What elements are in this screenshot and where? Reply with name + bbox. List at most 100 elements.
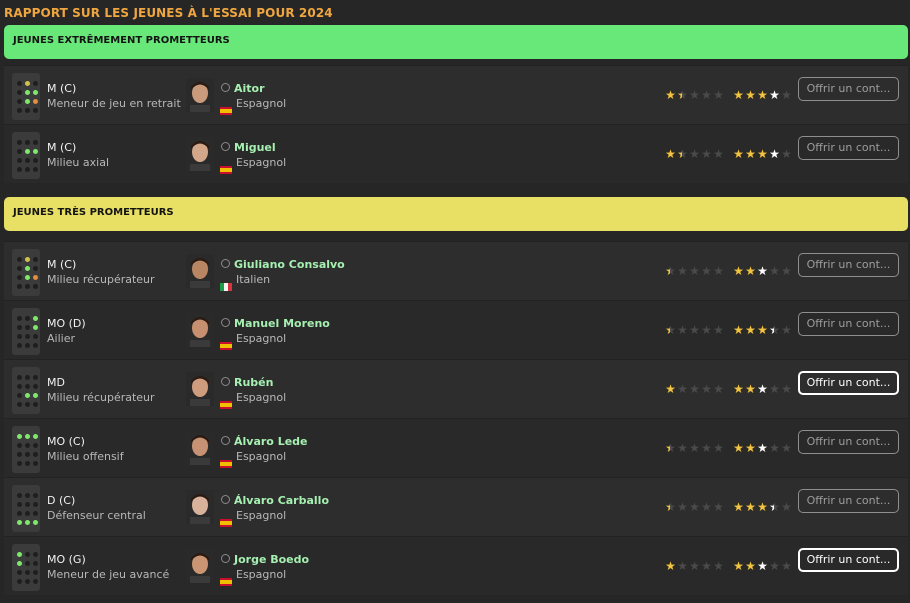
offer-contract-button[interactable]: Offrir un cont... (798, 430, 899, 454)
player-row[interactable]: D (C) Défenseur central Álvaro Carballo Esp… (4, 477, 908, 536)
star-icon: ★ (769, 382, 780, 396)
potential-ability-stars: ★ ★ ★ ★ ★ (732, 89, 792, 101)
potential-ability-stars: ★ ★ ★ ★ ★ (732, 442, 792, 454)
player-nationality: Espagnol (236, 156, 287, 169)
star-icon: ★ (733, 382, 744, 396)
star-icon: ★ (689, 441, 700, 455)
player-avatar[interactable] (186, 549, 214, 583)
player-row[interactable]: M (C) Milieu axial Miguel Espagnol ★ ★ ★ ★ ★ ★ ★ ★ ★… (4, 124, 908, 183)
star-icon: ★ (733, 264, 744, 278)
player-list: M (C) Meneur de jeu en retrait Aitor Espagn… (4, 65, 908, 183)
player-avatar[interactable] (186, 78, 214, 112)
offer-contract-button[interactable]: Offrir un cont... (798, 371, 899, 395)
player-avatar[interactable] (186, 254, 214, 288)
current-ability-stars: ★ ★ ★ ★ ★ (664, 148, 724, 160)
star-icon: ★ (745, 323, 756, 337)
star-icon: ★ (713, 382, 724, 396)
player-nationality: Espagnol (236, 568, 287, 581)
person-icon (221, 83, 230, 92)
player-nationality: Espagnol (236, 97, 287, 110)
star-icon: ★ (677, 500, 688, 514)
star-icon: ★ (781, 264, 792, 278)
player-role: Milieu offensif (47, 450, 124, 463)
star-icon: ★ (757, 323, 768, 337)
player-position: M (C) (47, 82, 77, 95)
section-very-promising: JEUNES TRÈS PROMETTEURS M (C) Milieu récu… (4, 197, 908, 595)
star-icon: ★ (677, 559, 688, 573)
player-name[interactable]: Rubén (234, 376, 273, 389)
player-name[interactable]: Manuel Moreno (234, 317, 330, 330)
star-icon: ★ (713, 264, 724, 278)
star-icon: ★ (733, 500, 744, 514)
player-row[interactable]: M (C) Meneur de jeu en retrait Aitor Espagn… (4, 65, 908, 124)
offer-contract-button[interactable]: Offrir un cont... (798, 489, 899, 513)
offer-contract-button[interactable]: Offrir un cont... (798, 312, 899, 336)
player-role: Meneur de jeu en retrait (47, 97, 181, 110)
star-icon: ★ (757, 559, 768, 573)
current-ability-stars: ★ ★ ★ ★ ★ (664, 89, 724, 101)
player-name[interactable]: Álvaro Lede (234, 435, 308, 448)
star-icon: ★ (689, 264, 700, 278)
person-icon (221, 554, 230, 563)
star-icon: ★ (713, 500, 724, 514)
player-nationality: Espagnol (236, 450, 287, 463)
star-icon: ★ (769, 147, 780, 161)
star-icon: ★ (665, 88, 676, 102)
position-pitch-icon (12, 308, 40, 355)
spain-flag-icon (220, 335, 232, 350)
player-name[interactable]: Miguel (234, 141, 276, 154)
youth-intake-report: RAPPORT SUR LES JEUNES À L'ESSAI POUR 20… (0, 0, 910, 603)
star-icon: ★ (713, 441, 724, 455)
player-avatar[interactable] (186, 431, 214, 465)
star-icon: ★ (757, 441, 768, 455)
star-icon: ★ (701, 382, 712, 396)
star-icon: ★ (701, 441, 712, 455)
star-icon: ★ (757, 500, 768, 514)
player-position: M (C) (47, 141, 77, 154)
position-pitch-icon (12, 426, 40, 473)
star-icon: ★ (665, 147, 676, 161)
person-icon (221, 318, 230, 327)
star-icon: ★ (733, 147, 744, 161)
potential-ability-stars: ★ ★ ★ ★ ★ (732, 560, 792, 572)
offer-contract-button[interactable]: Offrir un cont... (798, 253, 899, 277)
player-avatar[interactable] (186, 313, 214, 347)
player-name[interactable]: Jorge Boedo (234, 553, 309, 566)
player-row[interactable]: MO (G) Meneur de jeu avancé Jorge Boedo Esp… (4, 536, 908, 595)
player-nationality: Espagnol (236, 391, 287, 404)
star-icon: ★ (781, 441, 792, 455)
star-icon: ★ (701, 147, 712, 161)
star-icon: ★ (665, 441, 676, 455)
star-icon: ★ (769, 500, 780, 514)
star-icon: ★ (689, 88, 700, 102)
star-icon: ★ (701, 500, 712, 514)
star-icon: ★ (665, 264, 676, 278)
star-icon: ★ (689, 147, 700, 161)
player-avatar[interactable] (186, 137, 214, 171)
star-icon: ★ (757, 147, 768, 161)
spain-flag-icon (220, 512, 232, 527)
player-row[interactable]: M (C) Milieu récupérateur Giuliano Consalv… (4, 241, 908, 300)
player-row[interactable]: MO (D) Ailier Manuel Moreno Espagnol ★ ★ ★ ★ ★ ★ ★… (4, 300, 908, 359)
player-avatar[interactable] (186, 372, 214, 406)
star-icon: ★ (701, 88, 712, 102)
star-icon: ★ (701, 559, 712, 573)
star-icon: ★ (757, 264, 768, 278)
star-icon: ★ (781, 323, 792, 337)
player-avatar[interactable] (186, 490, 214, 524)
offer-contract-button[interactable]: Offrir un cont... (798, 136, 899, 160)
player-row[interactable]: MD Milieu récupérateur Rubén Espagnol ★ ★ ★ ★ ★ ★… (4, 359, 908, 418)
offer-contract-button[interactable]: Offrir un cont... (798, 548, 899, 572)
player-position: MO (G) (47, 553, 86, 566)
star-icon: ★ (713, 559, 724, 573)
section-extremely-promising: JEUNES EXTRÊMEMENT PROMETTEURS M (C) Mene… (4, 25, 908, 183)
section-header: JEUNES TRÈS PROMETTEURS (4, 197, 908, 231)
offer-contract-button[interactable]: Offrir un cont... (798, 77, 899, 101)
player-row[interactable]: MO (C) Milieu offensif Álvaro Lede Espagnol… (4, 418, 908, 477)
player-position: MO (C) (47, 435, 85, 448)
player-name[interactable]: Álvaro Carballo (234, 494, 329, 507)
player-name[interactable]: Giuliano Consalvo (234, 258, 345, 271)
player-list: M (C) Milieu récupérateur Giuliano Consalv… (4, 241, 908, 595)
player-position: MO (D) (47, 317, 86, 330)
player-name[interactable]: Aitor (234, 82, 265, 95)
